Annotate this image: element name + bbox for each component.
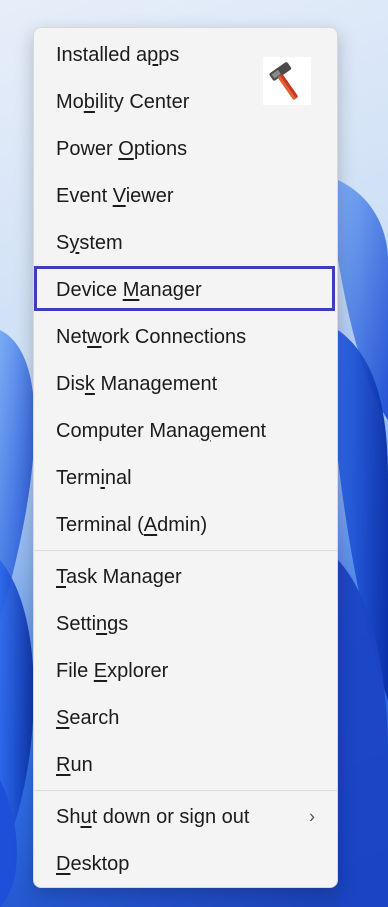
menu-item-power-options[interactable]: Power Options — [34, 129, 337, 169]
menu-item-file-explorer[interactable]: File Explorer — [34, 651, 337, 691]
menu-item-disk-management[interactable]: Disk Management — [34, 364, 337, 404]
menu-item-shut-down-or-sign-out[interactable]: Shut down or sign out › — [34, 797, 337, 837]
menu-item-search[interactable]: Search — [34, 698, 337, 738]
menu-item-run[interactable]: Run — [34, 745, 337, 785]
chevron-right-icon: › — [309, 806, 315, 827]
menu-item-terminal-admin[interactable]: Terminal (Admin) — [34, 505, 337, 545]
menu-divider — [34, 790, 337, 791]
menu-item-task-manager[interactable]: Task Manager — [34, 557, 337, 597]
menu-item-installed-apps[interactable]: Installed apps — [34, 35, 337, 75]
menu-item-settings[interactable]: Settings — [34, 604, 337, 644]
menu-divider — [34, 550, 337, 551]
menu-item-desktop[interactable]: Desktop — [34, 844, 337, 884]
menu-item-event-viewer[interactable]: Event Viewer — [34, 176, 337, 216]
menu-item-network-connections[interactable]: Network Connections — [34, 317, 337, 357]
winx-context-menu: Installed apps Mobility Center Power Opt… — [33, 27, 338, 888]
menu-item-terminal[interactable]: Terminal — [34, 458, 337, 498]
menu-item-system[interactable]: System — [34, 223, 337, 263]
menu-item-device-manager[interactable]: Device Manager — [34, 270, 337, 310]
menu-item-mobility-center[interactable]: Mobility Center — [34, 82, 337, 122]
menu-item-computer-management[interactable]: Computer Management — [34, 411, 337, 451]
